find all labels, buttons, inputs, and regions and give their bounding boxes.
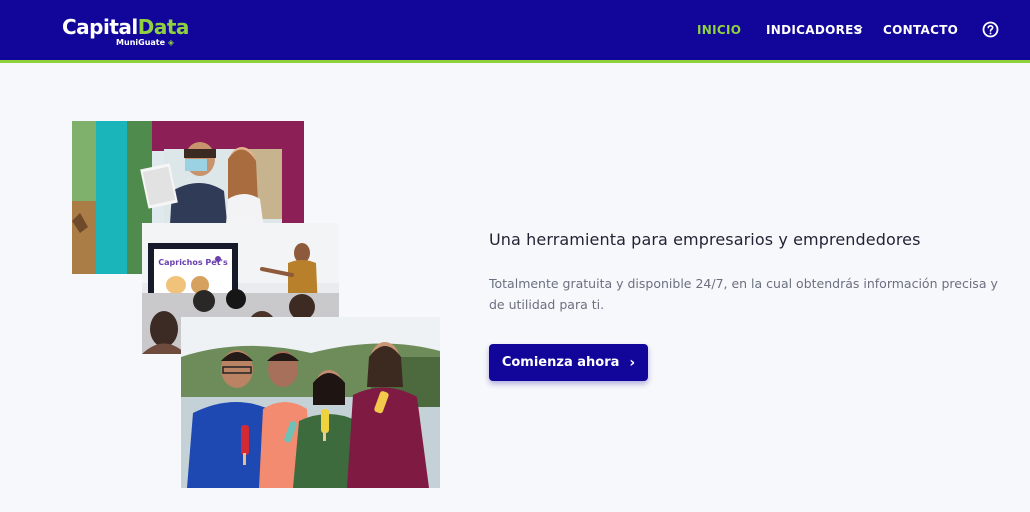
chevron-down-icon[interactable] bbox=[852, 23, 864, 35]
logo-wordmark: CapitalData bbox=[62, 15, 189, 39]
nav-inicio[interactable]: INICIO bbox=[697, 23, 741, 37]
help-circle-icon[interactable] bbox=[982, 21, 999, 38]
site-header: CapitalData MuniGuate ◈ INICIO INDICADOR… bbox=[0, 0, 1030, 63]
hero-title: Una herramienta para empresarios y empre… bbox=[489, 230, 921, 249]
cta-label: Comienza ahora bbox=[501, 355, 620, 370]
comienza-ahora-button[interactable]: Comienza ahora › bbox=[489, 344, 648, 381]
nav-indicadores[interactable]: INDICADORES bbox=[766, 23, 863, 37]
chevron-right-icon: › bbox=[629, 354, 636, 371]
hero-description: Totalmente gratuita y disponible 24/7, e… bbox=[489, 276, 998, 312]
photo-group-popsicles bbox=[181, 317, 440, 488]
logo-subtitle: MuniGuate ◈ bbox=[116, 38, 174, 47]
capitaldata-logo[interactable]: CapitalData MuniGuate ◈ bbox=[62, 15, 189, 49]
nav-contacto[interactable]: CONTACTO bbox=[883, 23, 958, 37]
